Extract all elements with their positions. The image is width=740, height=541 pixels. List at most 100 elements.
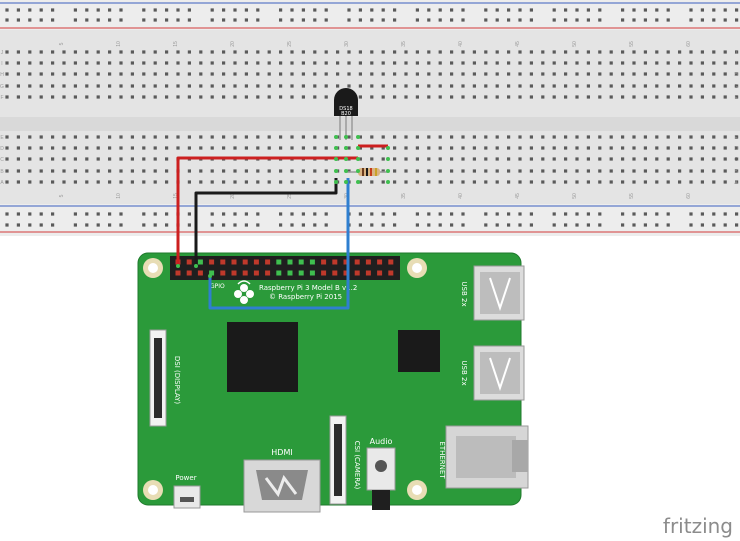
breadboard-hole bbox=[62, 84, 66, 88]
breadboard-hole bbox=[73, 180, 77, 184]
breadboard-hole bbox=[621, 180, 625, 184]
breadboard-hole bbox=[108, 84, 112, 88]
breadboard-hole bbox=[16, 95, 20, 99]
breadboard-hole bbox=[495, 157, 499, 161]
breadboard-hole bbox=[735, 8, 739, 12]
breadboard-hole bbox=[290, 169, 294, 173]
breadboard-hole bbox=[39, 223, 43, 227]
breadboard-column-number: 50 bbox=[572, 41, 578, 47]
breadboard-hole bbox=[666, 146, 670, 150]
breadboard-hole bbox=[108, 146, 112, 150]
breadboard-hole bbox=[233, 95, 237, 99]
breadboard-hole bbox=[279, 8, 283, 12]
breadboard-hole bbox=[495, 8, 499, 12]
breadboard-hole bbox=[507, 72, 511, 76]
breadboard-hole bbox=[689, 169, 693, 173]
breadboard-hole bbox=[108, 50, 112, 54]
breadboard-hole bbox=[552, 212, 556, 216]
breadboard-hole bbox=[313, 223, 317, 227]
gpio-pin bbox=[253, 259, 259, 265]
breadboard-hole bbox=[678, 95, 682, 99]
breadboard-hole bbox=[484, 135, 488, 139]
breadboard-hole bbox=[598, 135, 602, 139]
breadboard-hole bbox=[28, 18, 32, 22]
breadboard-hole bbox=[495, 212, 499, 216]
gpio-header-base bbox=[170, 256, 400, 280]
breadboard-hole bbox=[507, 8, 511, 12]
breadboard-hole bbox=[461, 146, 465, 150]
breadboard-hole bbox=[632, 84, 636, 88]
breadboard-hole bbox=[495, 72, 499, 76]
breadboard-hole bbox=[632, 212, 636, 216]
breadboard-hole bbox=[529, 8, 533, 12]
breadboard-hole bbox=[666, 72, 670, 76]
breadboard-hole bbox=[39, 180, 43, 184]
breadboard-hole bbox=[279, 223, 283, 227]
breadboard-hole bbox=[279, 84, 283, 88]
breadboard-hole bbox=[427, 180, 431, 184]
gpio-pin bbox=[377, 270, 383, 276]
breadboard-hole bbox=[119, 223, 123, 227]
breadboard-hole bbox=[712, 169, 716, 173]
breadboard-hole bbox=[586, 72, 590, 76]
mounting-hole bbox=[412, 485, 422, 495]
hdmi-port bbox=[243, 459, 321, 513]
breadboard-hole bbox=[404, 135, 408, 139]
breadboard-row-letter: C bbox=[0, 157, 4, 163]
breadboard-hole bbox=[564, 223, 568, 227]
breadboard-hole bbox=[632, 146, 636, 150]
gpio-pin bbox=[287, 259, 293, 265]
breadboard-hole bbox=[51, 223, 55, 227]
breadboard-hole bbox=[712, 212, 716, 216]
breadboard-hole bbox=[62, 146, 66, 150]
breadboard-hole bbox=[199, 72, 203, 76]
breadboard-hole bbox=[210, 135, 214, 139]
breadboard-hole bbox=[393, 180, 397, 184]
gpio-pin bbox=[220, 270, 226, 276]
breadboard-hole bbox=[222, 135, 226, 139]
breadboard-column-number: 5 bbox=[59, 194, 65, 197]
breadboard-hole bbox=[643, 61, 647, 65]
breadboard-hole bbox=[130, 135, 134, 139]
breadboard-hole bbox=[28, 135, 32, 139]
breadboard-hole bbox=[643, 8, 647, 12]
breadboard-hole bbox=[51, 18, 55, 22]
breadboard-hole bbox=[427, 18, 431, 22]
breadboard-hole bbox=[700, 223, 704, 227]
micro-usb-power-port bbox=[173, 485, 201, 509]
breadboard-hole bbox=[427, 8, 431, 12]
connection-dot bbox=[344, 169, 348, 173]
breadboard-hole bbox=[484, 18, 488, 22]
breadboard-hole bbox=[393, 95, 397, 99]
breadboard-hole bbox=[256, 223, 260, 227]
breadboard-hole bbox=[5, 157, 9, 161]
breadboard-hole bbox=[370, 61, 374, 65]
raspberry-pi-board: GPIO Raspberry Pi 3 Model B v1.2 © Raspb… bbox=[137, 252, 529, 513]
breadboard-hole bbox=[735, 223, 739, 227]
breadboard-hole bbox=[723, 180, 727, 184]
breadboard-hole bbox=[438, 180, 442, 184]
breadboard-hole bbox=[381, 212, 385, 216]
breadboard-hole bbox=[39, 8, 43, 12]
breadboard-hole bbox=[370, 135, 374, 139]
breadboard-hole bbox=[62, 157, 66, 161]
breadboard-hole bbox=[119, 180, 123, 184]
breadboard-hole bbox=[598, 72, 602, 76]
breadboard-hole bbox=[461, 18, 465, 22]
breadboard-hole bbox=[518, 8, 522, 12]
breadboard-hole bbox=[621, 157, 625, 161]
gpio-pin bbox=[231, 270, 237, 276]
breadboard-hole bbox=[370, 157, 374, 161]
breadboard-hole bbox=[598, 157, 602, 161]
usb2-label: USB 2x bbox=[460, 360, 468, 385]
breadboard-hole bbox=[609, 61, 613, 65]
breadboard-hole bbox=[130, 50, 134, 54]
breadboard-hole bbox=[678, 157, 682, 161]
breadboard-hole bbox=[358, 95, 362, 99]
breadboard-hole bbox=[495, 180, 499, 184]
breadboard-hole bbox=[165, 157, 169, 161]
breadboard-hole bbox=[313, 212, 317, 216]
breadboard-hole bbox=[256, 95, 260, 99]
breadboard-hole bbox=[73, 223, 77, 227]
breadboard-hole bbox=[199, 61, 203, 65]
